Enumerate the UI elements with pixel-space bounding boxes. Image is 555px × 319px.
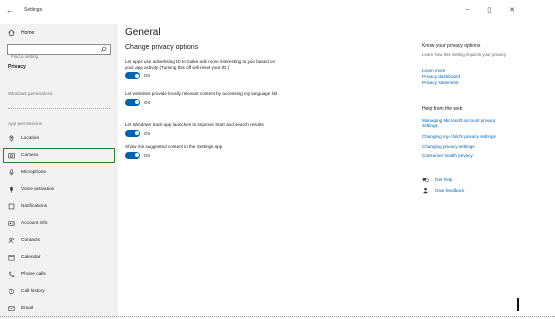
sidebar-item-notifications[interactable]: Notifications	[4, 200, 114, 213]
home-icon	[8, 29, 15, 36]
notifications-icon	[8, 203, 15, 210]
sidebar-item-label: Phone calls	[21, 272, 46, 277]
sidebar-item-phone-calls[interactable]: Phone calls	[4, 268, 114, 281]
toggle-state-label: On	[144, 99, 151, 105]
help-link-microsoft-account[interactable]: Managing Microsoft account privacy setti…	[422, 118, 512, 129]
sidebar-item-account-info[interactable]: Account info	[4, 217, 114, 230]
feedback-icon	[423, 187, 428, 194]
setting-description: Show me suggested content in the Setting…	[125, 144, 223, 149]
give-feedback-label: Give feedback	[435, 188, 465, 193]
help-link-consumer-health[interactable]: Consumer health privacy	[422, 153, 512, 158]
maximize-button[interactable]: ▯	[487, 6, 491, 14]
sidebar-item-label: Contacts	[21, 238, 40, 243]
location-icon	[9, 135, 14, 142]
back-button[interactable]: ←	[6, 6, 14, 15]
title-bar: ← Settings – ▯ ✕	[0, 0, 555, 24]
related-panel: Know your privacy options Learn how this…	[420, 24, 550, 319]
sidebar-item-label: Calendar	[21, 255, 41, 260]
sidebar-item-camera[interactable]: Camera	[3, 148, 115, 163]
setting-language-list: Let websites provide locally relevant co…	[125, 91, 285, 106]
section-label-windows-permissions: Windows permissions	[8, 91, 53, 96]
learn-more-link[interactable]: Learn more	[422, 68, 512, 73]
search-input[interactable]	[8, 52, 98, 61]
sidebar-item-call-history[interactable]: Call history	[4, 285, 114, 298]
advertising-id-toggle[interactable]	[125, 72, 140, 80]
toggle-state-label: On	[144, 73, 151, 79]
sidebar-item-label: Microphone	[21, 170, 47, 175]
get-help-icon	[422, 178, 429, 183]
minimize-button[interactable]: –	[465, 6, 469, 14]
help-web-heading: Help from the web	[422, 106, 463, 112]
camera-icon	[8, 153, 15, 159]
email-icon	[8, 306, 15, 311]
sidebar-item-location[interactable]: Location	[4, 132, 114, 145]
close-button[interactable]: ✕	[509, 6, 515, 14]
give-feedback-link[interactable]: Give feedback	[422, 187, 464, 194]
contacts-icon	[8, 238, 15, 244]
sidebar-item-calendar[interactable]: Calendar	[4, 251, 114, 264]
sidebar: Home Privacy Windows permissions App per…	[0, 24, 118, 319]
sidebar-item-label: Email	[21, 306, 33, 311]
main-content: General Change privacy options Let apps …	[118, 24, 408, 319]
sidebar-item-label: Voice activation	[21, 187, 55, 192]
setting-suggested-content: Show me suggested content in the Setting…	[125, 144, 285, 159]
section-label-app-permissions: App permissions	[8, 121, 42, 126]
page-title: General	[125, 27, 161, 38]
calendar-icon	[8, 254, 15, 261]
sidebar-item-voice-activation[interactable]: Voice activation	[4, 183, 114, 196]
sidebar-item-microphone[interactable]: Microphone	[4, 166, 114, 179]
privacy-dashboard-link[interactable]: Privacy dashboard	[422, 74, 512, 79]
sidebar-item-email[interactable]: Email	[4, 302, 114, 315]
sidebar-item-label: Account info	[21, 221, 48, 226]
privacy-statement-link[interactable]: Privacy statement	[422, 80, 512, 85]
setting-advertising-id: Let apps use advertising ID to make ads …	[125, 59, 285, 80]
text-cursor	[517, 298, 519, 311]
know-privacy-text: Learn how this setting impacts your priv…	[422, 52, 507, 57]
microphone-icon	[9, 169, 14, 176]
toggle-state-label: On	[144, 152, 151, 158]
sidebar-item-label: Location	[21, 136, 40, 141]
setting-app-launches: Let Windows track app launches to improv…	[125, 122, 285, 137]
get-help-link[interactable]: Get help	[422, 176, 452, 183]
search-box[interactable]	[7, 44, 111, 61]
sidebar-item-contacts[interactable]: Contacts	[4, 234, 114, 247]
app-launches-toggle[interactable]	[125, 129, 140, 137]
sidebar-item-label: Notifications	[21, 204, 48, 209]
voice-activation-icon	[10, 186, 13, 193]
suggested-content-toggle[interactable]	[125, 151, 140, 159]
help-link-changing-privacy[interactable]: Changing privacy settings	[422, 144, 512, 149]
category-heading: Privacy	[8, 64, 26, 70]
account-info-icon	[8, 221, 15, 226]
divider	[8, 108, 110, 109]
know-privacy-heading: Know your privacy options	[422, 43, 481, 49]
phone-icon	[9, 271, 15, 278]
setting-description: Let apps use advertising ID to make ads …	[125, 59, 276, 70]
sidebar-item-home[interactable]: Home	[8, 29, 34, 36]
window-controls: – ▯ ✕	[465, 6, 515, 14]
app-title: Settings	[24, 7, 43, 13]
history-icon	[8, 288, 15, 294]
get-help-label: Get help	[435, 177, 453, 182]
search-icon[interactable]	[100, 46, 107, 53]
help-link-child-privacy[interactable]: Changing my child's privacy settings	[422, 134, 512, 139]
toggle-state-label: On	[144, 130, 151, 136]
bottom-divider	[0, 316, 555, 317]
setting-description: Let Windows track app launches to improv…	[125, 122, 264, 127]
section-title: Change privacy options	[125, 44, 199, 51]
language-list-toggle[interactable]	[125, 98, 140, 106]
sidebar-item-label: Home	[21, 29, 35, 36]
sidebar-item-label: Camera	[21, 153, 39, 158]
setting-description: Let websites provide locally relevant co…	[125, 91, 278, 96]
sidebar-item-label: Call history	[21, 289, 45, 294]
